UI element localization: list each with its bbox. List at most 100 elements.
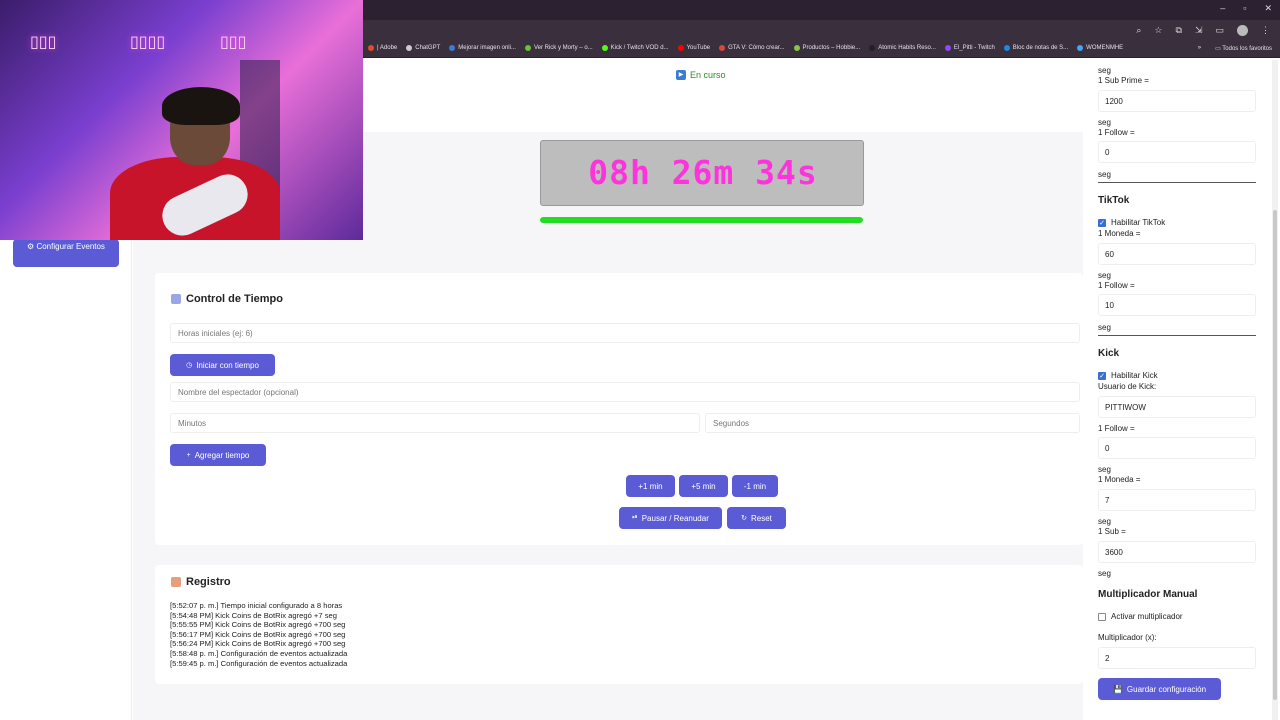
tiktok-heading: TikTok (1098, 195, 1130, 206)
tiktok-coin-input[interactable]: 60 (1098, 243, 1256, 265)
pause-resume-button[interactable]: ⏯ Pausar / Reanudar (619, 507, 722, 529)
save-config-button[interactable]: 💾 Guardar configuración (1098, 678, 1221, 700)
bookmark-icon (524, 45, 531, 51)
play-icon: ▶ (676, 70, 686, 80)
multiplier-value-input[interactable]: 2 (1098, 647, 1256, 669)
kick-user-label: Usuario de Kick: (1098, 382, 1157, 391)
timer-progress-fill (540, 217, 863, 223)
kick-user-input[interactable]: PITTIWOW (1098, 396, 1256, 418)
bookmark-item[interactable]: El_Pitti - Twitch (944, 45, 995, 51)
start-with-time-button[interactable]: ◷ Iniciar con tiempo (170, 354, 275, 376)
seg-label: seg (1098, 517, 1111, 526)
log-line: [5:55:55 PM] Kick Coins de BotRix agregó… (170, 620, 346, 630)
extensions-icon[interactable]: ⧉ (1176, 25, 1182, 36)
multiplier-activate-checkbox[interactable]: Activar multiplicador (1098, 612, 1183, 621)
add-time-button[interactable]: + Agregar tiempo (170, 444, 266, 466)
pause-icon: ⏯ (632, 514, 638, 521)
add-time-label: Agregar tiempo (194, 450, 250, 460)
bookmark-label: Mejorar imagen onli... (458, 45, 516, 51)
log-line: [5:58:48 p. m.] Configuración de eventos… (170, 648, 348, 658)
maximize-icon[interactable]: ▫ (1243, 3, 1246, 14)
bookmark-item[interactable]: YouTube (677, 45, 710, 51)
time-control-panel: Control de Tiempo Horas iniciales (ej: 6… (155, 273, 1083, 545)
tiktok-follow-input[interactable]: 10 (1098, 294, 1256, 316)
plus-icon: + (186, 451, 191, 459)
bookmark-label: | Adobe (377, 45, 398, 51)
tiktok-coin-label: 1 Moneda = (1098, 229, 1141, 238)
bookmark-item[interactable]: Bloc de notas de S... (1003, 45, 1068, 51)
bookmark-item[interactable]: GTA V: Cómo crear... (719, 45, 785, 51)
seg-label: seg (1098, 170, 1111, 179)
close-icon[interactable]: ✕ (1264, 3, 1272, 14)
bookmark-icon (719, 45, 726, 51)
minus-1-min-button[interactable]: -1 min (732, 475, 778, 497)
reset-button[interactable]: ↻ Reset (727, 507, 786, 529)
scrollbar-thumb[interactable] (1273, 210, 1277, 700)
bookmark-label: WOMENMHE (1086, 45, 1124, 51)
bookmark-item[interactable]: ChatGPT (406, 45, 440, 51)
tiktok-enable-checkbox[interactable]: ✓ Habilitar TikTok (1098, 218, 1165, 227)
checkbox-unchecked-icon[interactable] (1098, 612, 1106, 621)
sidepanel-icon[interactable]: ▭ (1215, 25, 1224, 36)
multiplier-heading: Multiplicador Manual (1098, 589, 1198, 600)
star-icon[interactable]: ☆ (1154, 25, 1162, 36)
plus-5-min-button[interactable]: +5 min (679, 475, 728, 497)
bookmark-item[interactable]: | Adobe (368, 45, 397, 51)
neon-sign-left: ▯▯▯ (30, 32, 57, 51)
screenshot-icon[interactable]: ⇲ (1195, 25, 1203, 36)
all-bookmarks-link[interactable]: ▭ Todos los favoritos (1215, 45, 1272, 52)
minimize-icon[interactable]: – (1220, 3, 1225, 14)
plus-1-min-button[interactable]: +1 min (626, 475, 675, 497)
seconds-input[interactable]: Segundos (705, 413, 1080, 433)
bookmark-icon (793, 45, 800, 51)
bookmark-icon (601, 45, 608, 51)
twitch-follow-input[interactable]: 0 (1098, 141, 1256, 163)
bookmark-item[interactable]: Kick / Twitch VOD d... (601, 45, 669, 51)
tiktok-follow-label: 1 Follow = (1098, 281, 1135, 290)
bookmark-icon (449, 45, 456, 51)
bookmark-item[interactable]: Atomic Habits Reso... (869, 45, 936, 51)
log-panel: Registro [5:52:07 p. m.] Tiempo inicial … (155, 565, 1083, 684)
kick-follow-input[interactable]: 0 (1098, 437, 1256, 459)
bookmark-icon (406, 45, 413, 51)
configure-events-button[interactable]: ⚙ Configurar Eventos (13, 239, 119, 267)
divider (1098, 182, 1256, 183)
page-scrollbar[interactable] (1272, 60, 1278, 720)
bookmark-item[interactable]: Productos – Hobbie... (793, 45, 860, 51)
initial-hours-input[interactable]: Horas iniciales (ej: 6) (170, 323, 1080, 343)
window-controls: – ▫ ✕ (1220, 3, 1272, 14)
neon-sign-center: ▯▯▯▯ (130, 32, 166, 51)
bookmark-icon (1003, 45, 1010, 51)
kick-sub-label: 1 Sub = (1098, 527, 1126, 536)
sub-prime-label: 1 Sub Prime = (1098, 76, 1149, 85)
bookmark-icon (368, 45, 374, 51)
checkbox-checked-icon[interactable]: ✓ (1098, 218, 1106, 227)
viewer-name-input[interactable]: Nombre del espectador (opcional) (170, 382, 1080, 402)
minutes-input[interactable]: Minutos (170, 413, 700, 433)
floppy-icon: 💾 (1112, 684, 1123, 694)
configure-events-label: Configurar Eventos (36, 242, 105, 251)
bookmark-item[interactable]: Mejorar imagen onli... (449, 45, 516, 51)
kick-sub-input[interactable]: 3600 (1098, 541, 1256, 563)
start-with-time-label: Iniciar con tiempo (196, 360, 259, 370)
bookmark-item[interactable]: Ver Rick y Morty – o... (524, 45, 593, 51)
sub-prime-input[interactable]: 1200 (1098, 90, 1256, 112)
all-bookmarks-label: Todos los favoritos (1222, 46, 1272, 52)
profile-avatar[interactable] (1237, 25, 1248, 36)
streamer-hair (162, 87, 240, 125)
bookmark-item[interactable]: WOMENMHE (1077, 45, 1123, 51)
kick-coin-input[interactable]: 7 (1098, 489, 1256, 511)
kick-enable-checkbox[interactable]: ✓ Habilitar Kick (1098, 371, 1158, 380)
timer-display: 08h 26m 34s (540, 140, 864, 206)
bookmark-icon (1077, 45, 1084, 51)
bookmark-label: Ver Rick y Morty – o... (533, 45, 593, 51)
reset-label: Reset (750, 513, 772, 523)
menu-icon[interactable]: ⋮ (1261, 25, 1270, 36)
kick-enable-label: Habilitar Kick (1111, 371, 1158, 380)
checkbox-checked-icon[interactable]: ✓ (1098, 371, 1106, 380)
timer-progress-bar (540, 217, 863, 223)
bookmarks-right: » ▭ Todos los favoritos (1198, 45, 1272, 52)
bookmarks-more[interactable]: » (1198, 45, 1201, 52)
zoom-icon[interactable]: ⌕ (1136, 25, 1141, 36)
toolbar-icons: ⌕ ☆ ⧉ ⇲ ▭ ⋮ (1136, 25, 1270, 36)
